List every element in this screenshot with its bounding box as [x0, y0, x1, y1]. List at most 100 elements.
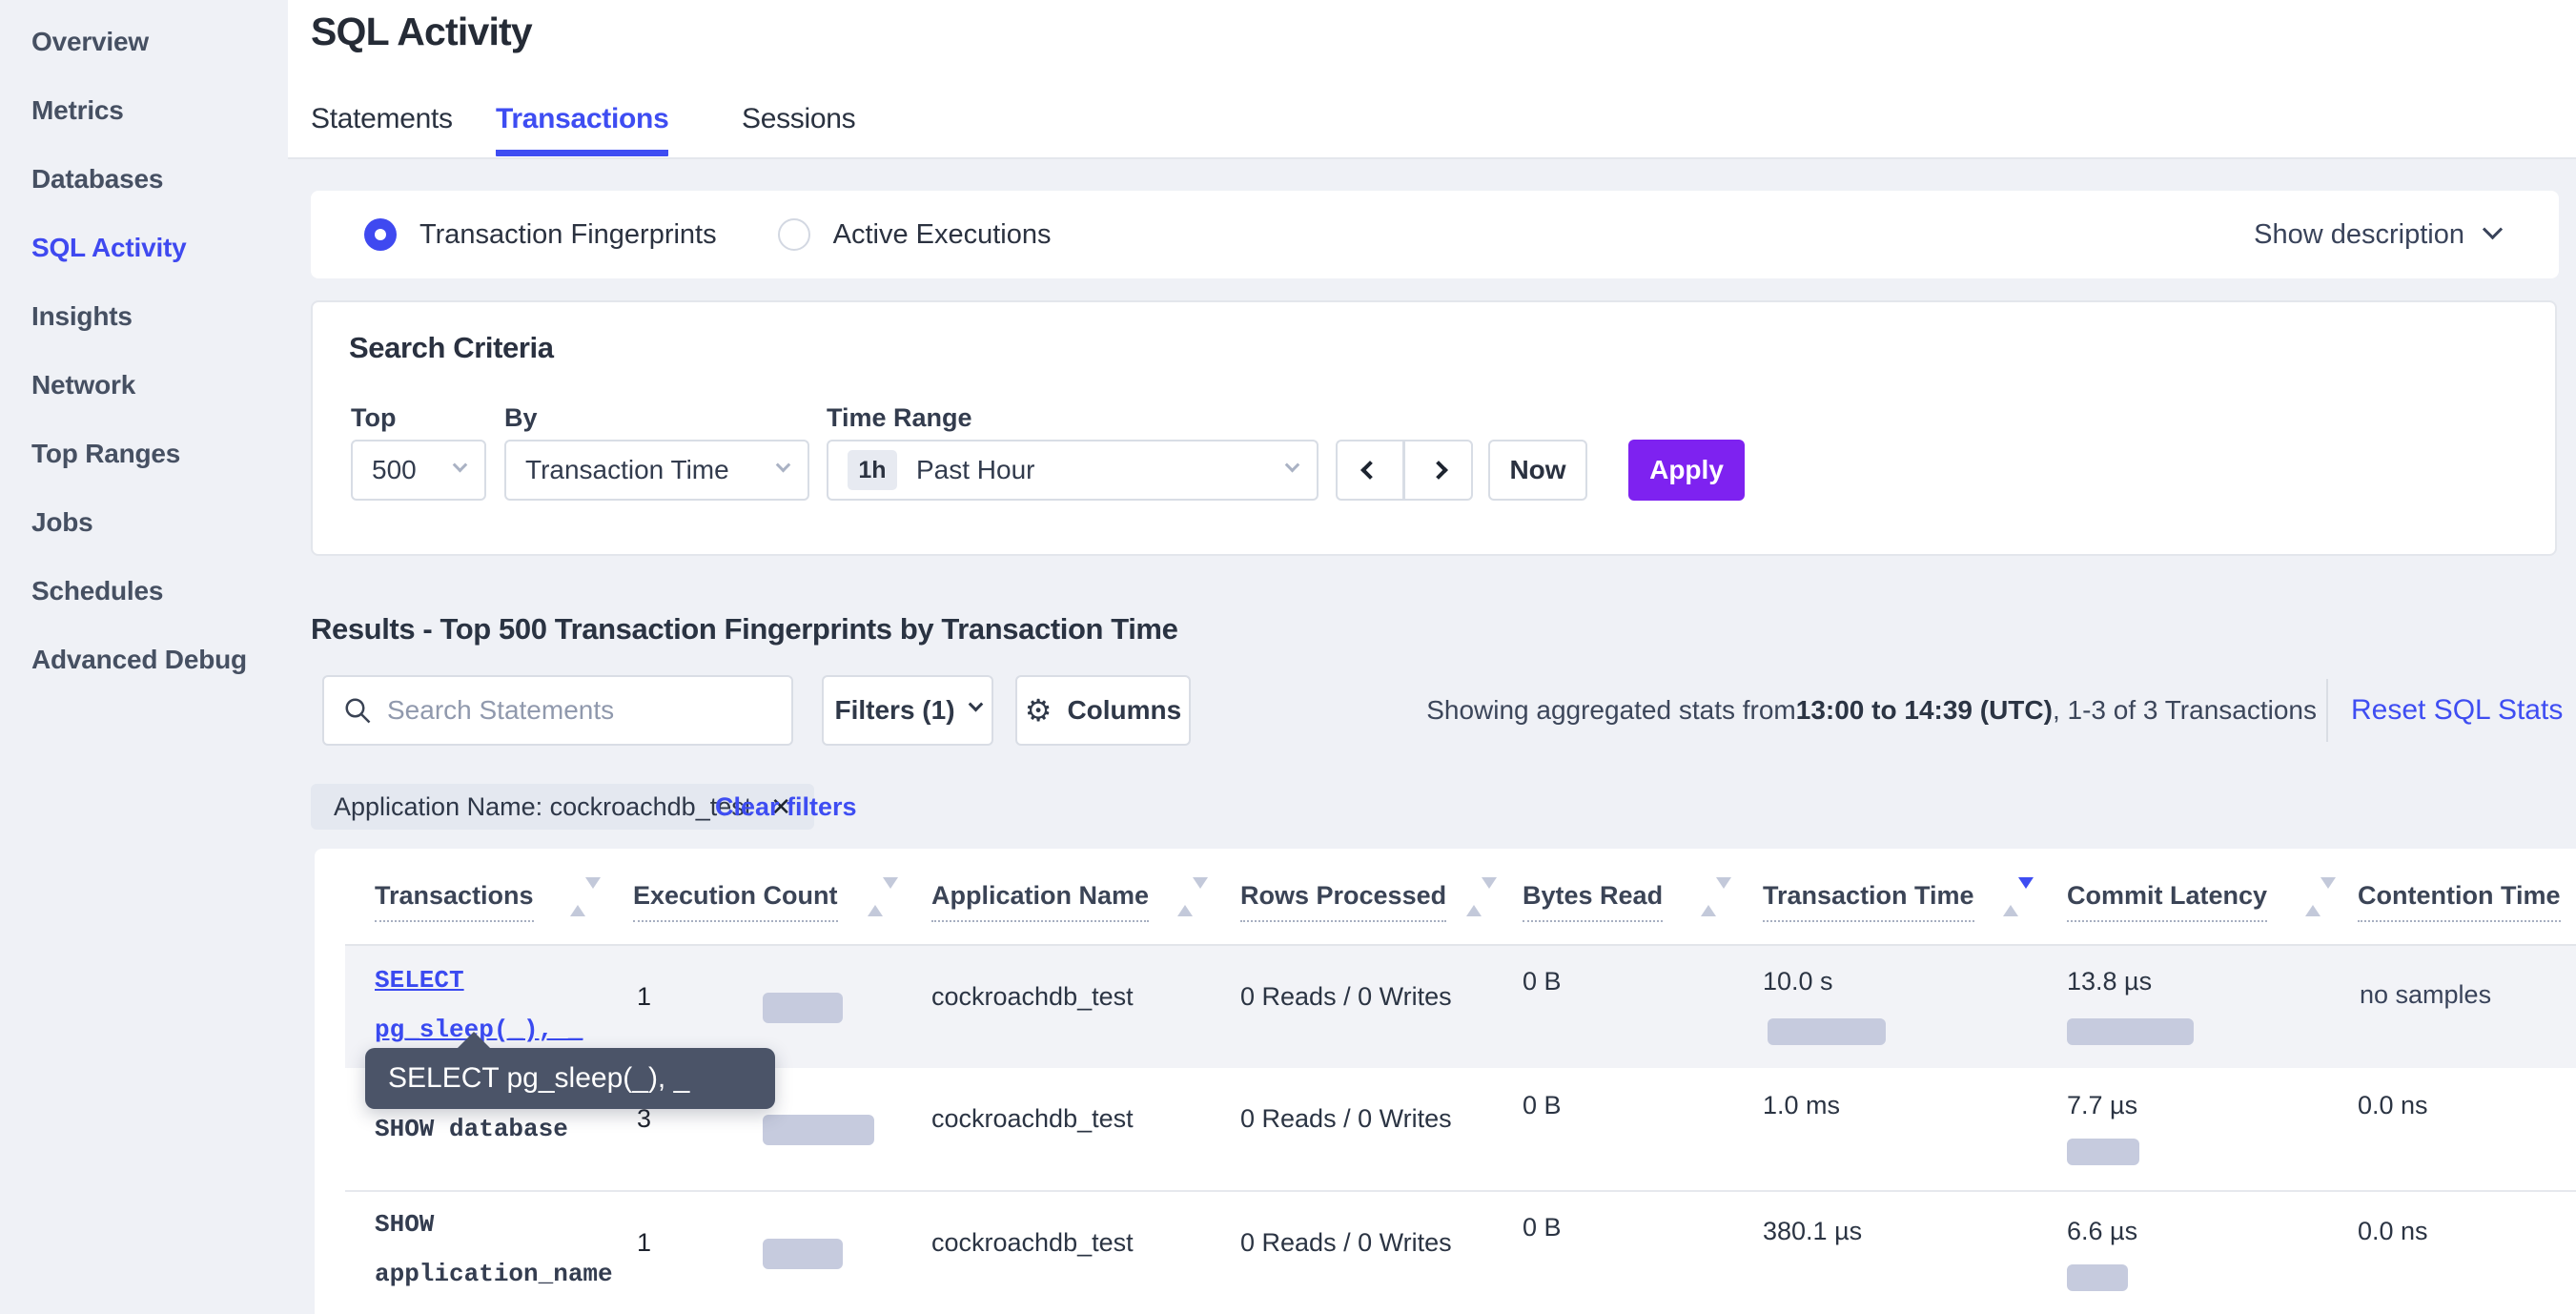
col-header-application-name[interactable]: Application Name: [931, 881, 1149, 922]
by-select[interactable]: Transaction Time: [504, 440, 809, 501]
time-range-select[interactable]: 1h Past Hour: [827, 440, 1319, 501]
show-description-toggle[interactable]: Show description: [2254, 191, 2500, 278]
execution-count-value: 1: [637, 1228, 651, 1258]
contention-time-value: no samples: [2360, 980, 2491, 1010]
search-criteria-card: Search Criteria Top By Time Range 500 Tr…: [311, 300, 2557, 556]
gear-icon: ⚙: [1025, 692, 1053, 729]
radio-active-executions[interactable]: [778, 218, 810, 251]
col-header-transactions[interactable]: Transactions: [375, 881, 534, 922]
col-header-commit-latency[interactable]: Commit Latency: [2067, 881, 2267, 922]
tab-transactions[interactable]: Transactions: [496, 103, 668, 156]
commit-latency-value: 13.8 µs: [2067, 967, 2152, 996]
radio-label-transaction-fingerprints[interactable]: Transaction Fingerprints: [419, 219, 717, 251]
sidebar: Overview Metrics Databases SQL Activity …: [0, 0, 288, 1314]
transaction-fingerprint[interactable]: SHOW application_name: [375, 1200, 613, 1299]
rows-processed-value: 0 Reads / 0 Writes: [1240, 982, 1452, 1012]
sidebar-item-top-ranges[interactable]: Top Ranges: [0, 420, 288, 488]
filters-button-label: Filters (1): [834, 695, 954, 726]
main-content: SQL Activity Statements Transactions Ses…: [288, 0, 2576, 1314]
search-icon: [343, 696, 372, 725]
show-description-label: Show description: [2254, 219, 2464, 251]
bytes-read-value: 0 B: [1523, 1091, 1562, 1120]
execution-count-bar: [763, 1115, 874, 1145]
apply-button[interactable]: Apply: [1628, 440, 1745, 501]
application-name-value: cockroachdb_test: [931, 982, 1134, 1012]
tab-statements[interactable]: Statements: [311, 103, 453, 150]
table-row[interactable]: SHOW application_name 1 cockroachdb_test…: [345, 1190, 2576, 1314]
radio-transaction-fingerprints[interactable]: [364, 218, 397, 251]
reset-sql-stats-link[interactable]: Reset SQL Stats: [2351, 675, 2563, 746]
columns-button-label: Columns: [1067, 695, 1181, 726]
by-select-value: Transaction Time: [525, 455, 729, 485]
sort-icon-execution-count[interactable]: [868, 889, 883, 919]
fingerprint-line1: SHOW: [375, 1200, 613, 1249]
bytes-read-value: 0 B: [1523, 1213, 1562, 1242]
by-label: By: [504, 403, 538, 433]
sort-icon-transactions[interactable]: [570, 889, 585, 919]
rows-processed-value: 0 Reads / 0 Writes: [1240, 1104, 1452, 1134]
top-select-value: 500: [372, 455, 417, 485]
sidebar-item-sql-activity[interactable]: SQL Activity: [0, 214, 288, 282]
time-range-prev-button[interactable]: [1336, 440, 1404, 501]
transaction-time-value: 10.0 s: [1763, 967, 1833, 996]
search-statements-input[interactable]: [387, 695, 768, 726]
clear-filters-link[interactable]: Clear filters: [715, 784, 857, 830]
time-range-badge: 1h: [848, 450, 897, 490]
sidebar-item-metrics[interactable]: Metrics: [0, 76, 288, 145]
filter-chip-label: Application Name: cockroachdb_test: [334, 792, 751, 822]
application-name-value: cockroachdb_test: [931, 1228, 1134, 1258]
search-criteria-title: Search Criteria: [349, 331, 554, 365]
sort-icon-bytes-read[interactable]: [1701, 889, 1716, 919]
fingerprint-line1: SELECT: [375, 955, 583, 1005]
sidebar-item-insights[interactable]: Insights: [0, 282, 288, 351]
tooltip-text: SELECT pg_sleep(_), _: [388, 1062, 689, 1095]
transaction-fingerprint[interactable]: SHOW database: [375, 1104, 568, 1154]
commit-latency-bar: [2067, 1264, 2128, 1291]
chevron-down-icon: [453, 457, 468, 472]
fingerprint-line2: application_name: [375, 1249, 613, 1299]
time-range-next-button[interactable]: [1404, 440, 1473, 501]
execution-count-bar: [763, 993, 843, 1023]
stats-range: 13:00 to 14:39 (UTC): [1796, 695, 2053, 726]
sidebar-item-databases[interactable]: Databases: [0, 145, 288, 214]
page-header: SQL Activity Statements Transactions Ses…: [288, 0, 2576, 159]
commit-latency-value: 7.7 µs: [2067, 1091, 2137, 1120]
results-title: Results - Top 500 Transaction Fingerprin…: [311, 612, 1177, 647]
sidebar-item-schedules[interactable]: Schedules: [0, 557, 288, 626]
chevron-down-icon: [2483, 219, 2503, 239]
contention-time-value: 0.0 ns: [2358, 1217, 2428, 1246]
col-header-rows-processed[interactable]: Rows Processed: [1240, 881, 1446, 922]
time-range-value: Past Hour: [916, 455, 1035, 485]
col-header-bytes-read[interactable]: Bytes Read: [1523, 881, 1663, 922]
sort-icon-transaction-time-active-desc[interactable]: [2003, 889, 2018, 919]
chevron-down-icon: [776, 457, 791, 472]
commit-latency-value: 6.6 µs: [2067, 1217, 2137, 1246]
toolbar-divider: [2326, 679, 2328, 742]
columns-button[interactable]: ⚙ Columns: [1015, 675, 1191, 746]
filters-button[interactable]: Filters (1): [822, 675, 993, 746]
sort-icon-commit-latency[interactable]: [2305, 889, 2320, 919]
bytes-read-value: 0 B: [1523, 967, 1562, 996]
col-header-contention-time[interactable]: Contention Time: [2358, 881, 2561, 922]
now-button[interactable]: Now: [1488, 440, 1587, 501]
sidebar-item-advanced-debug[interactable]: Advanced Debug: [0, 626, 288, 694]
tab-sessions[interactable]: Sessions: [742, 103, 855, 150]
page-title: SQL Activity: [311, 10, 532, 54]
sort-icon-rows-processed[interactable]: [1466, 889, 1482, 919]
sidebar-item-network[interactable]: Network: [0, 351, 288, 420]
col-header-execution-count[interactable]: Execution Count: [633, 881, 838, 922]
transaction-time-value: 1.0 ms: [1763, 1091, 1840, 1120]
sort-icon-application-name[interactable]: [1177, 889, 1193, 919]
top-select[interactable]: 500: [351, 440, 486, 501]
chevron-down-icon: [1285, 457, 1300, 472]
commit-latency-bar: [2067, 1018, 2194, 1045]
rows-processed-value: 0 Reads / 0 Writes: [1240, 1228, 1452, 1258]
sidebar-item-jobs[interactable]: Jobs: [0, 488, 288, 557]
col-header-transaction-time[interactable]: Transaction Time: [1763, 881, 1974, 922]
sidebar-item-overview[interactable]: Overview: [0, 8, 288, 76]
time-range-label: Time Range: [827, 403, 972, 433]
radio-label-active-executions[interactable]: Active Executions: [833, 219, 1052, 251]
execution-count-bar: [763, 1239, 843, 1269]
fingerprint-tooltip: SELECT pg_sleep(_), _: [365, 1048, 775, 1109]
contention-time-value: 0.0 ns: [2358, 1091, 2428, 1120]
